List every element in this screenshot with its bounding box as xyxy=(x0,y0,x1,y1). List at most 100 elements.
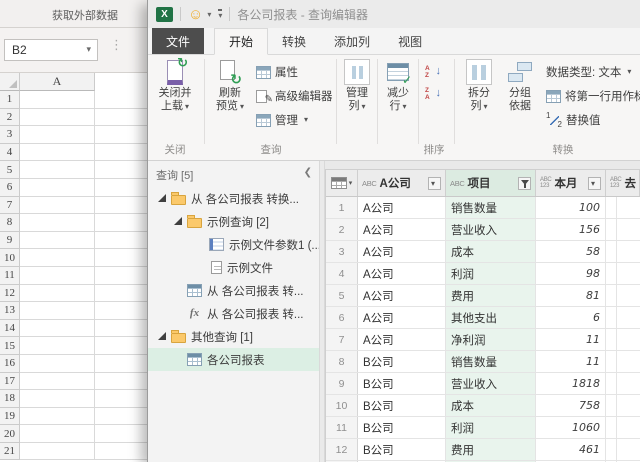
excel-row-header[interactable]: 16 xyxy=(0,355,20,373)
manage-button[interactable]: 管理 ▾ xyxy=(256,109,308,131)
month-value-cell[interactable]: 1818 xyxy=(536,373,606,394)
group-by-button[interactable]: 分组 依据 xyxy=(500,59,540,113)
last-column-cell[interactable] xyxy=(606,241,617,262)
last-column-cell[interactable] xyxy=(606,373,617,394)
excel-row-header[interactable]: 20 xyxy=(0,425,20,443)
expander-icon[interactable] xyxy=(158,332,168,341)
query-tree-item[interactable]: 从 各公司报表 转换... xyxy=(148,187,319,210)
properties-button[interactable]: 属性 xyxy=(256,61,298,83)
feedback-smiley-icon[interactable]: ☺ xyxy=(188,7,203,22)
last-column-cell[interactable] xyxy=(606,395,617,416)
column-header[interactable]: A公司 xyxy=(358,170,446,196)
refresh-preview-button[interactable]: 刷新 预览▾ xyxy=(208,59,252,113)
company-cell[interactable]: A公司 xyxy=(358,263,446,284)
row-number-cell[interactable]: 9 xyxy=(326,373,358,394)
month-value-cell[interactable]: 11 xyxy=(536,351,606,372)
column-type-icon[interactable] xyxy=(362,177,377,189)
excel-row-header[interactable]: 18 xyxy=(0,390,20,408)
excel-column-header[interactable]: A xyxy=(20,73,95,91)
last-column-cell[interactable] xyxy=(606,329,617,350)
last-column-cell[interactable] xyxy=(606,197,617,218)
row-number-cell[interactable]: 2 xyxy=(326,219,358,240)
month-value-cell[interactable]: 98 xyxy=(536,263,606,284)
grid-cell[interactable] xyxy=(20,408,95,426)
row-number-cell[interactable]: 6 xyxy=(326,307,358,328)
company-cell[interactable]: A公司 xyxy=(358,197,446,218)
select-all-corner[interactable] xyxy=(0,73,20,91)
row-number-cell[interactable]: 10 xyxy=(326,395,358,416)
item-cell[interactable]: 利润 xyxy=(446,263,536,284)
ribbon-options-icon[interactable]: ▾ xyxy=(218,9,222,20)
grid-cell[interactable] xyxy=(20,390,95,408)
grid-cell[interactable] xyxy=(20,320,95,338)
grid-cell[interactable] xyxy=(20,144,95,162)
last-column-cell[interactable] xyxy=(606,417,617,438)
table-corner-button[interactable]: ▾ xyxy=(326,170,358,196)
collapse-pane-icon[interactable]: ❮ xyxy=(304,168,312,178)
excel-row-header[interactable]: 15 xyxy=(0,337,20,355)
expander-icon[interactable] xyxy=(174,217,184,226)
row-number-cell[interactable]: 12 xyxy=(326,439,358,460)
item-cell[interactable]: 净利润 xyxy=(446,329,536,350)
company-cell[interactable]: B公司 xyxy=(358,351,446,372)
reduce-rows-button[interactable]: 减少 行▾ xyxy=(380,59,416,113)
query-tree-item[interactable]: 各公司报表 xyxy=(148,348,319,371)
query-tree-item[interactable]: 从 各公司报表 转... xyxy=(148,279,319,302)
item-cell[interactable]: 营业收入 xyxy=(446,373,536,394)
ribbon-tab[interactable]: 开始 xyxy=(214,28,268,55)
grid-cell[interactable] xyxy=(20,179,95,197)
item-cell[interactable]: 销售数量 xyxy=(446,197,536,218)
excel-row-header[interactable]: 2 xyxy=(0,109,20,127)
company-cell[interactable]: A公司 xyxy=(358,285,446,306)
query-tree-item[interactable]: 示例查询 [2] xyxy=(148,210,319,233)
excel-row-header[interactable]: 12 xyxy=(0,285,20,303)
split-column-button[interactable]: 拆分 列▾ xyxy=(460,59,498,113)
excel-row-header[interactable]: 21 xyxy=(0,443,20,461)
ribbon-tab[interactable]: 添加列 xyxy=(320,28,384,54)
row-number-cell[interactable]: 3 xyxy=(326,241,358,262)
grid-cell[interactable] xyxy=(20,443,95,461)
excel-row-header[interactable]: 8 xyxy=(0,214,20,232)
grid-cell[interactable] xyxy=(20,197,95,215)
expander-icon[interactable] xyxy=(158,194,168,203)
month-value-cell[interactable]: 156 xyxy=(536,219,606,240)
smiley-caret-icon[interactable]: ▾ xyxy=(207,10,211,19)
month-value-cell[interactable]: 1060 xyxy=(536,417,606,438)
month-value-cell[interactable]: 100 xyxy=(536,197,606,218)
ribbon-tab[interactable]: 转换 xyxy=(268,28,320,54)
column-control[interactable] xyxy=(518,177,531,190)
grid-cell[interactable] xyxy=(20,91,95,109)
company-cell[interactable]: A公司 xyxy=(358,241,446,262)
excel-row-header[interactable]: 6 xyxy=(0,179,20,197)
sort-ascending-button[interactable] xyxy=(424,61,442,83)
use-first-row-button[interactable]: 将第一行用作标 xyxy=(546,85,640,107)
company-cell[interactable]: B公司 xyxy=(358,395,446,416)
query-tree-item[interactable]: 其他查询 [1] xyxy=(148,325,319,348)
grid-cell[interactable] xyxy=(20,425,95,443)
company-cell[interactable]: B公司 xyxy=(358,417,446,438)
ribbon-tab[interactable]: 视图 xyxy=(384,28,436,54)
ribbon-tab[interactable]: 文件 xyxy=(152,28,204,54)
last-column-cell[interactable] xyxy=(606,285,617,306)
column-header[interactable]: 去 xyxy=(606,170,640,196)
month-value-cell[interactable]: 11 xyxy=(536,329,606,350)
row-number-cell[interactable]: 11 xyxy=(326,417,358,438)
advanced-editor-button[interactable]: 高级编辑器 xyxy=(256,85,333,107)
excel-row-header[interactable]: 9 xyxy=(0,232,20,250)
item-cell[interactable]: 费用 xyxy=(446,285,536,306)
grid-cell[interactable] xyxy=(20,285,95,303)
name-box[interactable]: B2 ▾ xyxy=(4,39,98,61)
grid-cell[interactable] xyxy=(20,337,95,355)
query-tree-item[interactable]: 示例文件参数1 (... xyxy=(148,233,319,256)
company-cell[interactable]: B公司 xyxy=(358,439,446,460)
excel-row-header[interactable]: 11 xyxy=(0,267,20,285)
column-header[interactable]: 本月 xyxy=(536,170,606,196)
row-number-cell[interactable]: 7 xyxy=(326,329,358,350)
row-number-cell[interactable]: 8 xyxy=(326,351,358,372)
excel-row-header[interactable]: 14 xyxy=(0,320,20,338)
last-column-cell[interactable] xyxy=(606,439,617,460)
company-cell[interactable]: A公司 xyxy=(358,329,446,350)
last-column-cell[interactable] xyxy=(606,219,617,240)
data-type-button[interactable]: 数据类型: 文本 ▾ xyxy=(546,61,631,83)
excel-row-header[interactable]: 5 xyxy=(0,161,20,179)
